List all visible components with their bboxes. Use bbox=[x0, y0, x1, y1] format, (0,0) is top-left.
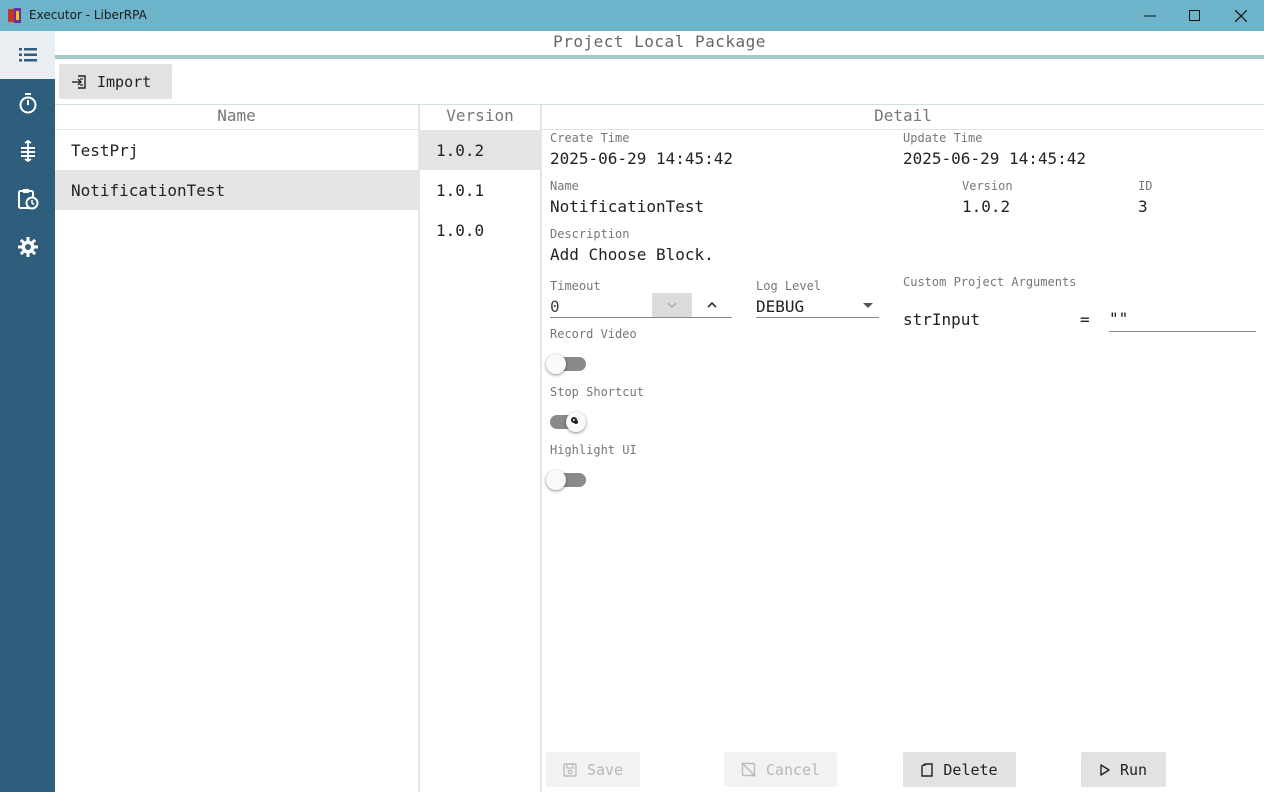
play-icon bbox=[1100, 763, 1110, 776]
close-icon bbox=[1235, 9, 1247, 22]
nav-rail bbox=[0, 31, 55, 792]
nav-item-timer[interactable] bbox=[0, 79, 55, 127]
column-divider bbox=[540, 105, 542, 792]
nav-item-logs[interactable] bbox=[0, 127, 55, 175]
timeout-input[interactable]: 0 bbox=[550, 293, 732, 318]
stop-shortcut-toggle[interactable] bbox=[548, 412, 588, 432]
create-time-label: Create Time bbox=[550, 131, 630, 145]
version-list-item[interactable]: 1.0.0 bbox=[420, 210, 540, 250]
minimize-icon bbox=[1144, 15, 1156, 16]
description-label: Description bbox=[550, 227, 630, 241]
nav-item-schedule[interactable] bbox=[0, 175, 55, 223]
import-label: Import bbox=[97, 72, 152, 91]
log-level-label: Log Level bbox=[756, 279, 822, 293]
log-level-select[interactable]: DEBUG bbox=[756, 295, 879, 318]
version-label: Version bbox=[962, 179, 1013, 193]
column-header-name: Name bbox=[217, 106, 256, 125]
timeout-increment-button[interactable] bbox=[692, 293, 732, 317]
import-button[interactable]: Import bbox=[59, 64, 172, 99]
version-list-item[interactable]: 1.0.1 bbox=[420, 170, 540, 210]
project-list-item[interactable]: NotificationTest bbox=[55, 170, 418, 210]
close-button[interactable] bbox=[1218, 0, 1264, 31]
maximize-button[interactable] bbox=[1172, 0, 1218, 31]
timer-icon bbox=[19, 93, 36, 114]
version-label: 1.0.2 bbox=[436, 140, 485, 160]
liberrpa-logo-icon bbox=[8, 8, 21, 23]
update-time-value: 2025-06-29 14:45:42 bbox=[903, 149, 1087, 168]
header-divider bbox=[55, 55, 1264, 59]
maximize-icon bbox=[1189, 9, 1200, 21]
record-video-toggle[interactable] bbox=[546, 354, 588, 374]
chevron-up-icon bbox=[707, 302, 717, 308]
page-title: Project Local Package bbox=[553, 32, 766, 51]
project-name: NotificationTest bbox=[71, 180, 226, 200]
caret-down-icon bbox=[863, 303, 873, 308]
save-button[interactable]: Save bbox=[546, 752, 640, 787]
name-value: NotificationTest bbox=[550, 197, 705, 216]
run-label: Run bbox=[1119, 760, 1148, 779]
cancel-label: Cancel bbox=[765, 760, 821, 779]
column-header-version: Version bbox=[446, 106, 514, 125]
custom-arg-name: strInput bbox=[903, 310, 981, 329]
stop-shortcut-label: Stop Shortcut bbox=[550, 385, 644, 399]
nav-item-packages[interactable] bbox=[0, 31, 55, 79]
log-level-value: DEBUG bbox=[756, 297, 805, 316]
settings-gear-icon bbox=[17, 237, 38, 257]
highlight-ui-label: Highlight UI bbox=[550, 443, 637, 457]
custom-arg-equals: = bbox=[1080, 310, 1090, 329]
chevron-down-icon bbox=[667, 302, 677, 308]
version-label: 1.0.1 bbox=[436, 180, 485, 200]
update-time-label: Update Time bbox=[903, 131, 983, 145]
version-value: 1.0.2 bbox=[962, 197, 1011, 216]
window-title: Executor - LiberRPA bbox=[29, 8, 147, 22]
log-icon bbox=[20, 140, 35, 162]
save-icon bbox=[563, 762, 577, 777]
save-label: Save bbox=[586, 760, 624, 779]
schedule-icon bbox=[17, 189, 38, 210]
id-value: 3 bbox=[1138, 197, 1148, 216]
create-time-value: 2025-06-29 14:45:42 bbox=[550, 149, 734, 168]
project-name: TestPrj bbox=[71, 140, 139, 160]
timeout-label: Timeout bbox=[550, 279, 601, 293]
delete-file-icon bbox=[921, 762, 934, 777]
cancel-save-icon bbox=[740, 762, 756, 777]
cancel-button[interactable]: Cancel bbox=[724, 752, 837, 787]
delete-label: Delete bbox=[943, 760, 998, 779]
column-header-detail: Detail bbox=[874, 106, 932, 125]
run-button[interactable]: Run bbox=[1081, 752, 1166, 787]
import-icon bbox=[72, 74, 86, 89]
description-value: Add Choose Block. bbox=[550, 245, 714, 264]
name-label: Name bbox=[550, 179, 579, 193]
toggle-thumb bbox=[566, 412, 586, 432]
detail-header-divider bbox=[542, 129, 1264, 130]
custom-arg-value-input[interactable]: "" bbox=[1109, 307, 1256, 332]
nav-item-settings[interactable] bbox=[0, 223, 55, 271]
record-video-label: Record Video bbox=[550, 327, 637, 341]
toolbar-divider bbox=[55, 104, 1264, 105]
delete-button[interactable]: Delete bbox=[903, 752, 1016, 787]
version-label: 1.0.0 bbox=[436, 220, 485, 240]
list-icon bbox=[18, 48, 37, 62]
title-bar: Executor - LiberRPA bbox=[0, 0, 1264, 31]
custom-args-label: Custom Project Arguments bbox=[903, 275, 1077, 289]
highlight-ui-toggle[interactable] bbox=[546, 470, 588, 490]
minimize-button[interactable] bbox=[1127, 0, 1173, 31]
toggle-thumb bbox=[546, 470, 566, 490]
toggle-thumb bbox=[546, 354, 566, 374]
timeout-value: 0 bbox=[550, 297, 560, 316]
id-label: ID bbox=[1138, 179, 1153, 193]
project-list-item[interactable]: TestPrj bbox=[55, 130, 418, 170]
timeout-decrement-button[interactable] bbox=[652, 293, 692, 317]
version-list-item[interactable]: 1.0.2 bbox=[420, 130, 540, 170]
